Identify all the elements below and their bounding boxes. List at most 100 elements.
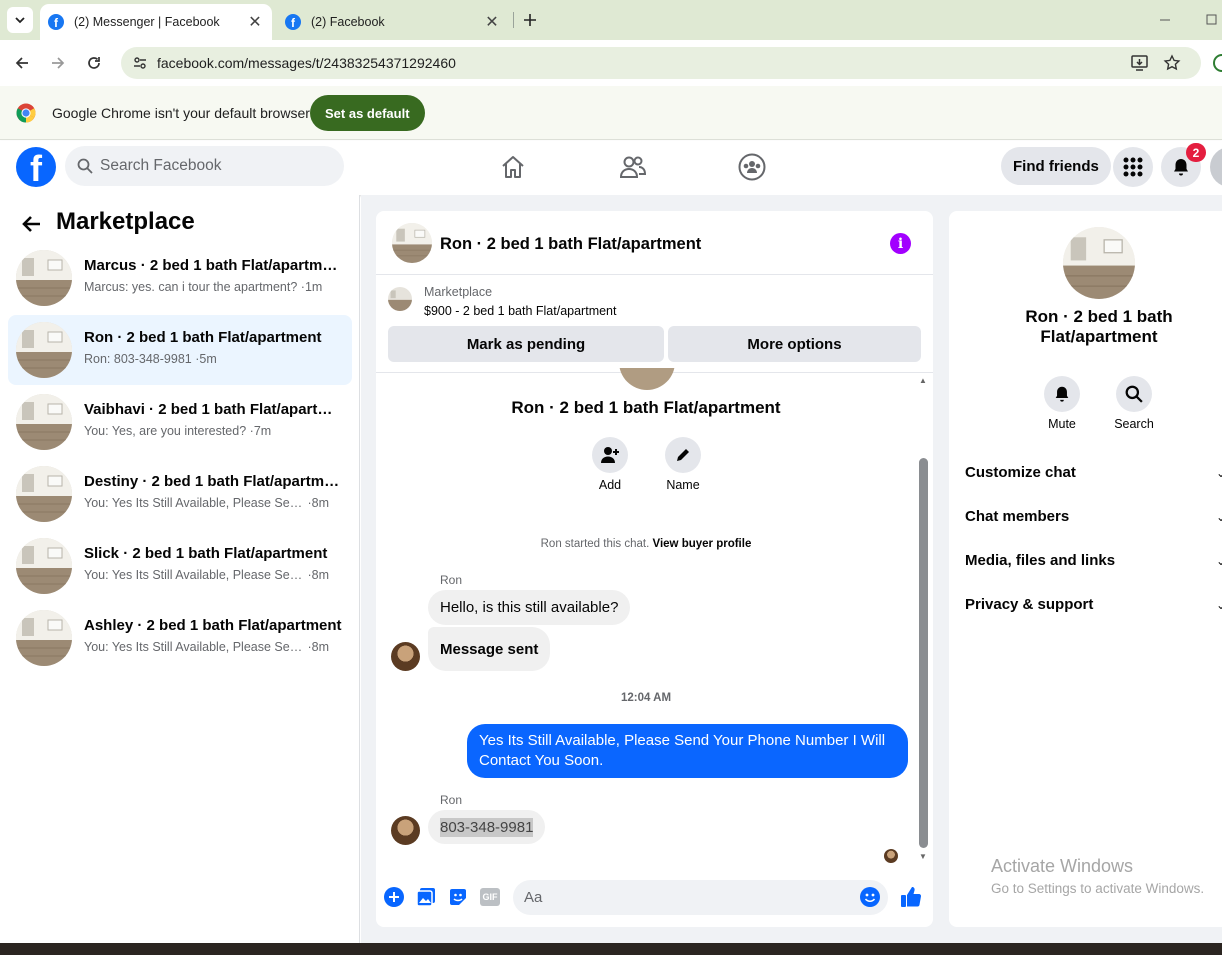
mark-as-pending-button[interactable]: Mark as pending [388, 326, 664, 362]
tab-search-button[interactable] [7, 7, 33, 33]
name-chat-button[interactable] [665, 437, 701, 473]
preview-text: You: Yes, are you interested? [84, 424, 247, 438]
tab-facebook[interactable]: f (2) Facebook ✕ [277, 4, 509, 40]
selected-message-text[interactable]: 803-348-9981 [440, 817, 534, 837]
sticker-button[interactable] [448, 887, 468, 907]
conversation-name: Vaibhavi · 2 bed 1 bath Flat/apartment [84, 401, 344, 418]
privacy-support-section[interactable]: Privacy & support [965, 596, 1093, 613]
conversation-preview: You: Yes Its Still Available, Please Sen… [84, 496, 329, 510]
chevron-down-icon[interactable]: ⌄ [1216, 510, 1222, 524]
chevron-down-icon[interactable]: ⌄ [1216, 554, 1222, 568]
conversation-item[interactable]: Marcus · 2 bed 1 bath Flat/apartment Marc… [8, 243, 352, 313]
message-scrollbar[interactable]: ▲ ▼ [917, 376, 929, 864]
activate-windows-title: Activate Windows [991, 856, 1134, 876]
set-default-button[interactable]: Set as default [310, 95, 425, 131]
like-button[interactable] [899, 885, 923, 909]
extension-icon [1212, 53, 1222, 73]
media-files-links-section[interactable]: Media, files and links [965, 552, 1115, 569]
chevron-down-icon[interactable]: ⌄ [1216, 598, 1222, 612]
add-people-button[interactable] [592, 437, 628, 473]
outgoing-message[interactable]: Yes Its Still Available, Please Send You… [467, 724, 908, 778]
back-button[interactable] [7, 48, 37, 78]
forward-button[interactable] [43, 48, 73, 78]
more-options-button[interactable]: More options [668, 326, 921, 362]
view-buyer-profile-link[interactable]: View buyer profile [653, 538, 752, 550]
arrow-right-icon [50, 55, 66, 71]
sender-avatar[interactable] [391, 816, 420, 845]
close-icon[interactable]: ✕ [246, 13, 264, 31]
install-app-button[interactable] [1130, 54, 1150, 72]
windows-taskbar [0, 943, 1222, 955]
maximize-icon [1203, 12, 1219, 28]
bookmark-button[interactable] [1163, 54, 1181, 72]
gif-icon[interactable]: GIF [480, 888, 500, 906]
conversation-preview: Ron: 803-348-9981 · 5m [84, 352, 217, 366]
preview-text: You: Yes Its Still Available, Please Sen… [84, 568, 304, 582]
menu-button[interactable] [1113, 147, 1153, 187]
mute-button[interactable] [1044, 376, 1080, 412]
customize-chat-section[interactable]: Customize chat [965, 464, 1076, 481]
maximize-button[interactable] [1203, 12, 1219, 28]
more-actions-button[interactable] [384, 887, 404, 907]
search-placeholder: Search Facebook [100, 157, 222, 174]
minimize-button[interactable] [1157, 12, 1173, 28]
avatar-photo [619, 368, 675, 390]
preview-text: You: Yes Its Still Available, Please Sen… [84, 640, 304, 654]
preview-separator: · [304, 568, 312, 582]
nav-friends-button[interactable] [613, 147, 653, 187]
minimize-icon [1157, 12, 1173, 28]
attach-photo-button[interactable] [416, 887, 436, 907]
scroll-up-icon[interactable]: ▲ [919, 376, 927, 385]
conversation-item[interactable]: Ron · 2 bed 1 bath Flat/apartment Ron: 80… [8, 315, 352, 385]
preview-text: Marcus: yes. can i tour the apartment? [84, 280, 298, 294]
conversation-item[interactable]: Slick · 2 bed 1 bath Flat/apartment You: … [8, 531, 352, 601]
incoming-message[interactable]: 803-348-9981 [428, 810, 546, 844]
back-button[interactable] [20, 212, 44, 236]
scrollbar-thumb[interactable] [919, 458, 928, 848]
notification-badge: 2 [1186, 143, 1206, 162]
new-tab-button[interactable] [517, 7, 543, 33]
sender-avatar[interactable] [391, 642, 420, 671]
arrow-left-icon [20, 212, 44, 236]
chat-avatar[interactable] [392, 223, 432, 263]
extension-button[interactable] [1212, 53, 1222, 73]
reload-button[interactable] [79, 48, 109, 78]
facebook-logo-icon[interactable]: f [16, 147, 56, 187]
account-button[interactable] [1210, 147, 1222, 187]
plus-icon [388, 891, 400, 903]
nav-home-button[interactable] [493, 147, 533, 187]
emoji-button[interactable] [860, 887, 880, 907]
chat-title[interactable]: Ron · 2 bed 1 bath Flat/apartment [440, 235, 701, 254]
find-friends-button[interactable]: Find friends [1001, 147, 1111, 185]
incoming-message[interactable]: Hello, is this still available? [428, 590, 631, 625]
tab-title: (2) Messenger | Facebook [74, 15, 220, 29]
details-avatar[interactable] [1063, 227, 1135, 299]
facebook-search-input[interactable]: Search Facebook [65, 146, 344, 186]
scroll-down-icon[interactable]: ▼ [919, 852, 927, 861]
conversation-name: Ashley · 2 bed 1 bath Flat/apartment [84, 617, 342, 634]
conversation-item[interactable]: Destiny · 2 bed 1 bath Flat/apartment You… [8, 459, 352, 529]
facebook-logo-letter: f [30, 148, 42, 187]
conversation-name: Destiny · 2 bed 1 bath Flat/apartment [84, 473, 344, 490]
tab-messenger[interactable]: f (2) Messenger | Facebook ✕ [40, 4, 272, 40]
listing-title[interactable]: $900 - 2 bed 1 bath Flat/apartment [424, 304, 617, 318]
close-icon[interactable]: ✕ [483, 13, 501, 31]
preview-time: 1m [304, 280, 323, 294]
chat-members-section[interactable]: Chat members [965, 508, 1069, 525]
nav-groups-button[interactable] [732, 147, 772, 187]
chevron-down-icon[interactable]: ⌄ [1216, 466, 1222, 480]
info-icon[interactable]: i [890, 233, 911, 254]
read-receipt-avatar [884, 849, 898, 863]
address-bar[interactable]: facebook.com/messages/t/2438325437129246… [121, 47, 1201, 79]
plus-icon [523, 13, 537, 27]
conversation-item[interactable]: Ashley · 2 bed 1 bath Flat/apartment You:… [8, 603, 352, 673]
room-photo-icon [1063, 227, 1135, 299]
message-input[interactable]: Aa [513, 880, 888, 915]
message-sender: Ron [440, 573, 463, 587]
conversation-item[interactable]: Vaibhavi · 2 bed 1 bath Flat/apartment Yo… [8, 387, 352, 457]
preview-time: 8m [311, 568, 330, 582]
incoming-message[interactable]: Message sent [428, 627, 551, 671]
conversation-name: Marcus · 2 bed 1 bath Flat/apartment [84, 257, 344, 274]
site-settings-icon[interactable] [132, 55, 148, 71]
search-chat-button[interactable] [1116, 376, 1152, 412]
